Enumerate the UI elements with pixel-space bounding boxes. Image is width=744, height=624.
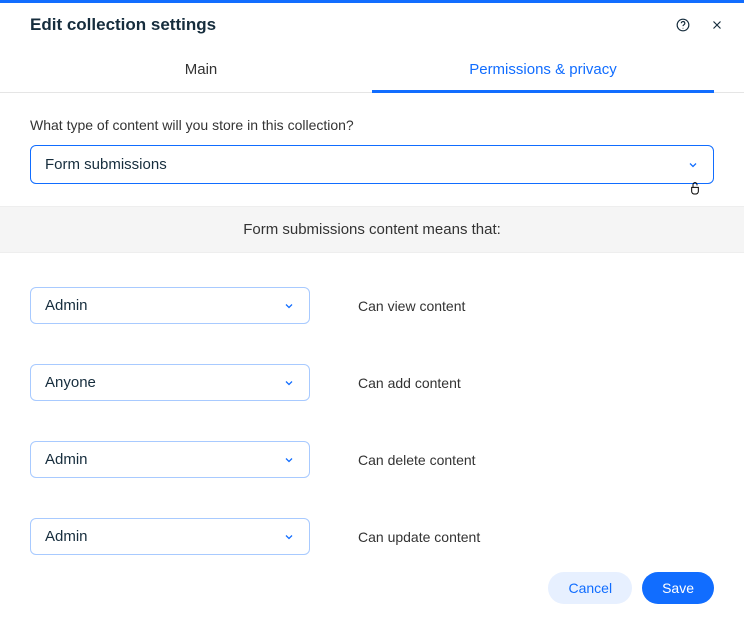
permission-desc: Can add content xyxy=(358,375,461,391)
chevron-down-icon xyxy=(283,454,295,466)
role-value: Admin xyxy=(45,528,88,545)
permission-desc: Can view content xyxy=(358,298,465,314)
save-button[interactable]: Save xyxy=(642,572,714,604)
cursor-icon xyxy=(687,180,703,196)
role-select-view[interactable]: Admin xyxy=(30,287,310,324)
chevron-down-icon xyxy=(687,159,699,171)
content-type-label: What type of content will you store in t… xyxy=(30,117,714,133)
permission-row-delete: Admin Can delete content xyxy=(30,441,714,478)
tab-label: Main xyxy=(185,61,218,78)
dialog-content: What type of content will you store in t… xyxy=(0,93,744,555)
tab-bar: Main Permissions & privacy xyxy=(0,49,744,93)
cancel-button[interactable]: Cancel xyxy=(548,572,632,604)
role-value: Admin xyxy=(45,297,88,314)
permission-desc: Can delete content xyxy=(358,452,476,468)
chevron-down-icon xyxy=(283,377,295,389)
role-select-add[interactable]: Anyone xyxy=(30,364,310,401)
info-band: Form submissions content means that: xyxy=(0,206,744,253)
permission-row-add: Anyone Can add content xyxy=(30,364,714,401)
tab-main[interactable]: Main xyxy=(30,49,372,92)
role-value: Anyone xyxy=(45,374,96,391)
permission-row-update: Admin Can update content xyxy=(30,518,714,555)
role-select-update[interactable]: Admin xyxy=(30,518,310,555)
dialog-title: Edit collection settings xyxy=(30,15,216,35)
tab-label: Permissions & privacy xyxy=(469,61,617,78)
close-icon[interactable] xyxy=(708,16,726,34)
dialog-header: Edit collection settings xyxy=(0,3,744,41)
role-value: Admin xyxy=(45,451,88,468)
dialog-footer: Cancel Save xyxy=(0,556,744,624)
info-band-text: Form submissions content means that: xyxy=(243,221,501,238)
permission-rows: Admin Can view content Anyone Can add co… xyxy=(30,287,714,555)
content-type-value: Form submissions xyxy=(45,156,167,173)
chevron-down-icon xyxy=(283,531,295,543)
chevron-down-icon xyxy=(283,300,295,312)
header-actions xyxy=(674,16,726,34)
role-select-delete[interactable]: Admin xyxy=(30,441,310,478)
permission-row-view: Admin Can view content xyxy=(30,287,714,324)
tab-permissions[interactable]: Permissions & privacy xyxy=(372,49,714,92)
permission-desc: Can update content xyxy=(358,529,480,545)
content-type-select[interactable]: Form submissions xyxy=(30,145,714,184)
help-icon[interactable] xyxy=(674,16,692,34)
